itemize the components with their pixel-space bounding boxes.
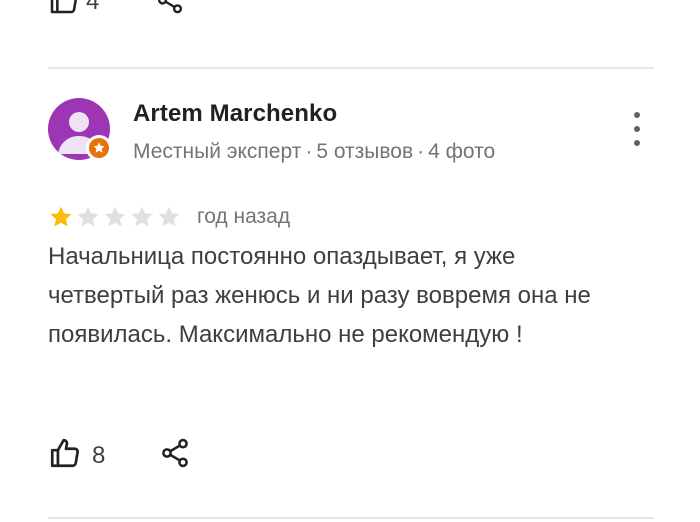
previous-review-actions: 4 — [48, 0, 185, 20]
previous-share-button[interactable] — [155, 0, 185, 20]
review-actions: 8 — [48, 436, 191, 475]
star-filled-icon — [50, 206, 72, 227]
share-icon — [159, 437, 191, 474]
author-meta: Местный эксперт · 5 отзывов · 4 фото — [133, 140, 495, 164]
author-review-count: 5 отзывов — [316, 140, 414, 163]
star-empty-icon — [158, 206, 180, 227]
author-name[interactable]: Artem Marchenko — [133, 100, 337, 128]
more-vert-icon[interactable] — [626, 112, 648, 146]
star-rating — [48, 204, 183, 230]
author-status: Местный эксперт — [133, 140, 302, 163]
author-avatar[interactable] — [48, 98, 112, 161]
divider — [48, 517, 654, 519]
divider — [48, 67, 654, 69]
author-photo-count: 4 фото — [428, 140, 496, 163]
share-icon — [155, 0, 185, 20]
meta-separator: · — [417, 140, 425, 163]
like-count: 8 — [92, 441, 106, 469]
star-empty-icon — [77, 206, 99, 227]
star-empty-icon — [104, 206, 126, 227]
thumb-up-icon — [48, 0, 80, 21]
rating-row: год назад — [48, 204, 290, 230]
review-card: Artem Marchenko Местный эксперт · 5 отзыво… — [48, 98, 654, 469]
like-button[interactable]: 8 — [48, 436, 105, 475]
share-button[interactable] — [159, 437, 191, 474]
star-empty-icon — [131, 206, 153, 227]
meta-separator: · — [305, 140, 313, 163]
thumb-up-icon — [48, 436, 82, 475]
review-text: Начальница постоянно опаздывает, я уже ч… — [48, 243, 591, 348]
review-time: год назад — [197, 205, 291, 228]
review-header: Artem Marchenko Местный эксперт · 5 отзыво… — [48, 98, 654, 164]
previous-like-button[interactable]: 4 — [48, 0, 99, 21]
local-guide-badge-icon — [86, 135, 112, 161]
previous-like-count: 4 — [86, 0, 100, 15]
